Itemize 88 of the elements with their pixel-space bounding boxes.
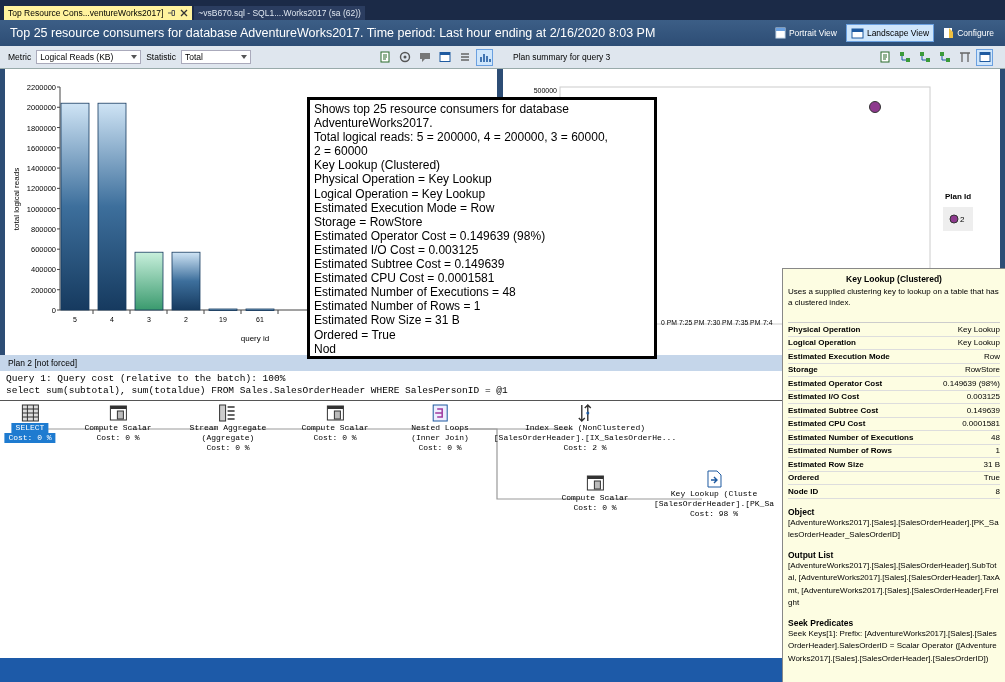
property-name: Storage [788, 365, 818, 375]
cost-label: Cost: 2 % [563, 443, 607, 453]
tooltip-line: Estimated Number of Executions = 48 [314, 285, 517, 300]
query-text: Query 1: Query cost (relative to the batch): 100% [6, 373, 286, 385]
tooltip-title: Key Lookup (Clustered) [845, 274, 943, 284]
property-name: Estimated Number of Executions [788, 432, 914, 442]
tooltip-line: Shows top 25 resource consumers for database [314, 102, 570, 117]
tab[interactable]: Top Resource Cons...ventureWorks2017] [4, 6, 193, 20]
property-name: Estimated Subtree Cost [788, 405, 879, 415]
tooltip-line: Estimated I/O Cost = 0.003125 [314, 242, 480, 258]
tooltip-line: Nod [314, 341, 337, 356]
tooltip-line: Estimated Execution Mode = Row [314, 200, 496, 215]
property-value: Row [984, 351, 1000, 361]
property-value: 48 [991, 432, 1000, 442]
operator-label[interactable]: Key Lookup (Cluste [SalesOrderHeader].[PK_Sa [654, 489, 774, 509]
property-name: Estimated Row Size [788, 459, 864, 469]
tooltip-line: AdventureWorks2017. [314, 116, 434, 131]
property-value: 0.0001581 [962, 419, 1000, 429]
property-name: Estimated Operator Cost [788, 378, 883, 388]
view-button[interactable]: Portrait View [769, 24, 842, 42]
property-value: Key Lookup [957, 324, 1000, 334]
cost-label: Cost: 98 % [690, 509, 738, 519]
section-text: Seek Keys[1]: Prefix: [AdventureWorks2017].[Sales].[SalesOrderHeader].SalesOrderID = Scalar Operator ([AdventureWorks2017].[Sales].[SalesOrderHeader].[SalesOrderID]) [788, 627, 998, 665]
cost-label: Cost: 0 % [313, 433, 357, 443]
tooltip-line: Logical Operation = Key Lookup [314, 186, 487, 201]
statistic-label: Statistic [146, 52, 176, 62]
operator-label[interactable]: SELECT [11, 423, 49, 433]
property-value: 1 [995, 446, 1000, 456]
tooltip-line: Ordered = True [314, 327, 397, 342]
tooltip-description: Uses a supplied clustering key to lookup on a table that has a clustered index. [788, 286, 1000, 308]
property-value: True [983, 473, 1000, 483]
tab-label[interactable]: ~vsB670.sql - SQL1....Works2017 (sa (62)) [198, 8, 361, 18]
property-value: 0.003125 [966, 392, 1000, 402]
property-name: Ordered [788, 473, 820, 483]
axis-title: total logical reads [12, 167, 21, 231]
property-value: 31 B [983, 459, 1000, 469]
property-value: Key Lookup [957, 338, 1000, 348]
property-name: Logical Operation [788, 338, 856, 348]
metric-dropdown[interactable]: Logical Reads (KB) [36, 50, 142, 64]
tab-label[interactable]: Top Resource Cons...ventureWorks2017] [8, 8, 164, 18]
operator-label[interactable]: Compute Scalar [301, 423, 369, 433]
tooltip-line: Storage = RowStore [314, 214, 424, 229]
property-name: Node ID [788, 486, 819, 496]
section-text: [AdventureWorks2017].[Sales].[SalesOrderHeader].SubTotal, [AdventureWorks2017].[Sales].[SalesOrderHeader].TaxAmt, [AdventureWorks2017].[Sales].[SalesOrderHeader].Freight [788, 560, 1000, 609]
cost-label: Cost: 0 % [573, 503, 617, 513]
section-title: Seek Predicates [788, 617, 855, 628]
tooltip-line: Estimated Number of Rows = 1 [314, 299, 482, 314]
property-value: 0.149639 (98%) [943, 378, 1000, 388]
tooltip-line: Estimated CPU Cost = 0.0001581 [314, 271, 496, 286]
panel-title: Plan summary for query 3 [513, 52, 611, 62]
statistic-dropdown[interactable]: Total [180, 50, 251, 64]
query-text: select sum(subtotal), sum(totaldue) FROM Sales.SalesOrderHeader WHERE SalesPersonID = @1 [6, 385, 508, 397]
legend-title: Plan Id [944, 192, 972, 201]
tooltip-line: 2 = 60000 [314, 144, 369, 159]
tooltip-line: Estimated Operator Cost = 0.149639 (98%) [314, 228, 547, 243]
tooltip-line: Estimated Subtree Cost = 0.149639 [314, 257, 506, 272]
axis-title: query id [240, 334, 270, 343]
tooltip-line: Estimated Row Size = 31 B [314, 313, 461, 328]
property-name: Physical Operation [788, 324, 861, 334]
property-name: Estimated Number of Rows [788, 446, 892, 456]
cost-label: Cost: 0 % [418, 443, 462, 453]
cost-label: Cost: 0 % [96, 433, 140, 443]
report-title: Top 25 resource consumers for database AdventureWorks2017. Time period: Last hour ending at 2/16/2020 8:03 PM [10, 26, 657, 40]
plan-title: Plan 2 [not forced] [8, 358, 77, 368]
metric-label: Metric [8, 52, 32, 62]
section-text: [AdventureWorks2017].[Sales].[SalesOrderHeader].[PK_SalesOrderHeader_SalesOrderID] [788, 517, 1000, 541]
view-button[interactable]: Landscape View [845, 24, 935, 42]
operator-label[interactable]: Index Seek (NonClustered) [SalesOrderHeader].[IX_SalesOrderHe... [493, 423, 677, 443]
cost-label: Cost: 0 % [4, 433, 56, 443]
section-title: Object [788, 506, 816, 517]
property-value: 8 [995, 486, 1000, 496]
operator-label[interactable]: Nested Loops (Inner Join) [411, 423, 469, 443]
tooltip-line: Key Lookup (Clustered) [314, 158, 442, 173]
operator-label[interactable]: Stream Aggregate (Aggregate) [189, 423, 267, 443]
operator-label[interactable]: Compute Scalar [561, 493, 629, 503]
section-title: Output List [788, 549, 835, 560]
operator-label[interactable]: Compute Scalar [84, 423, 152, 433]
property-name: Estimated CPU Cost [788, 419, 866, 429]
property-value: 0.149639 [966, 405, 1000, 415]
tooltip-line: Physical Operation = Key Lookup [314, 172, 493, 187]
tooltip-line: Total logical reads: 5 = 200000, 4 = 200000, 3 = 60000, [314, 130, 609, 145]
legend-label: 2 [960, 215, 965, 224]
cost-label: Cost: 0 % [206, 443, 250, 453]
property-name: Estimated Execution Mode [788, 351, 890, 361]
view-button[interactable]: Configure [938, 24, 999, 42]
tab[interactable]: ~vsB670.sql - SQL1....Works2017 (sa (62)) [194, 6, 365, 20]
property-value: RowStore [964, 365, 1000, 375]
property-name: Estimated I/O Cost [788, 392, 860, 402]
